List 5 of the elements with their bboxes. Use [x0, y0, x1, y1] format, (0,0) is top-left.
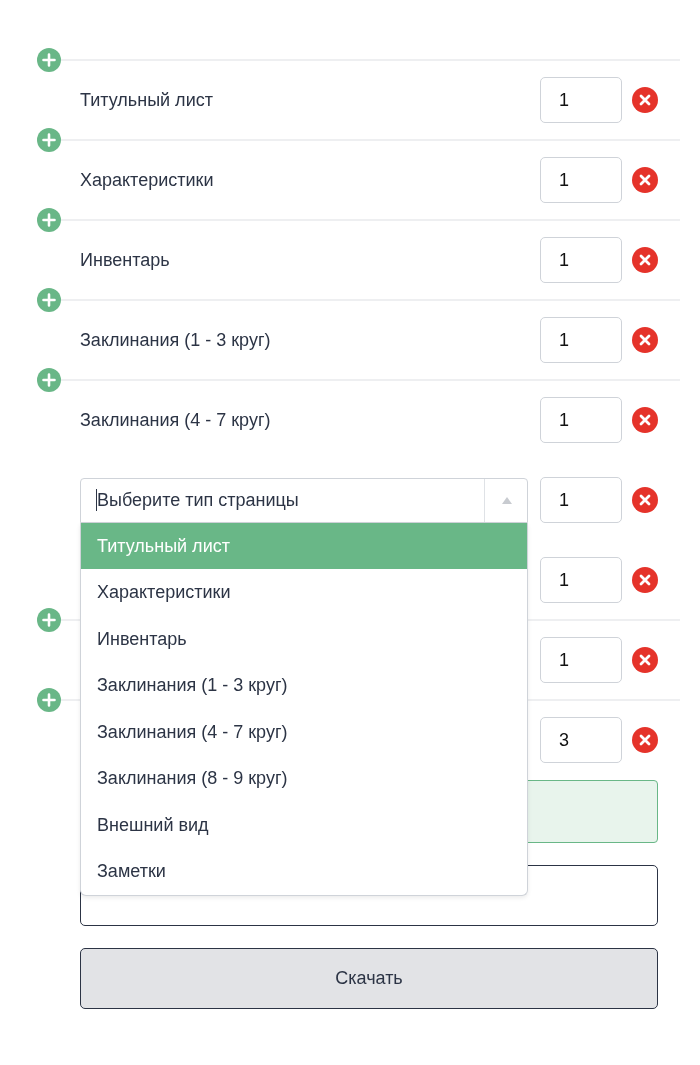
page-type-label: Характеристики [80, 169, 215, 191]
page-type-label: Заклинания (1 - 3 круг) [80, 329, 272, 351]
page-type-label: Инвентарь [80, 249, 171, 271]
page-type-label: Заклинания (4 - 7 круг) [80, 409, 272, 431]
page-type-label: Титульный лист [80, 89, 214, 111]
